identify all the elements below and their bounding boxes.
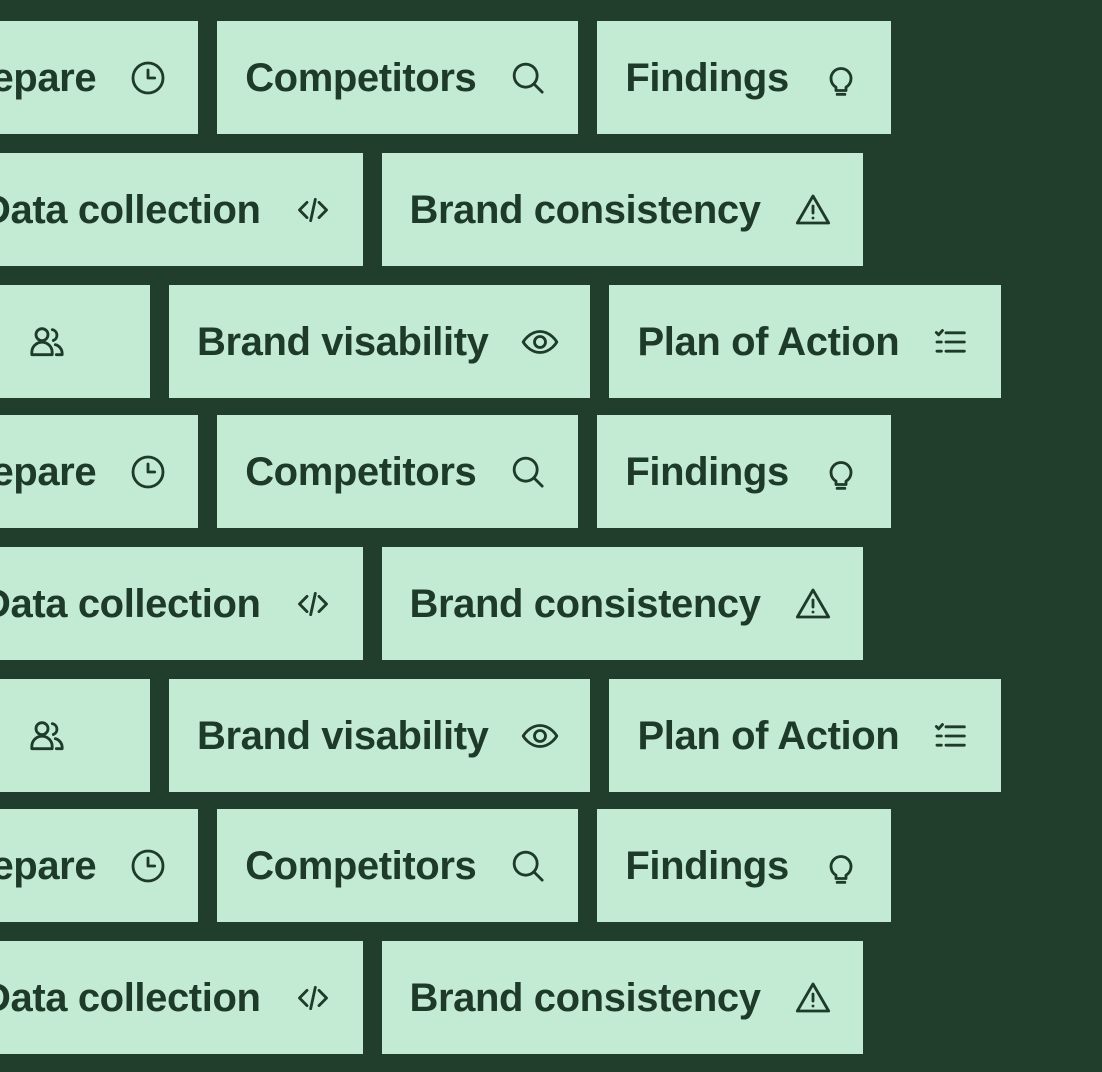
tag-plan-of-action[interactable]: Plan of Action: [609, 679, 1002, 792]
tag-label: Data collection: [0, 187, 261, 232]
people-icon: [25, 714, 69, 758]
row-gap: [363, 153, 382, 266]
tag-findings[interactable]: Findings: [597, 809, 891, 922]
code-icon: [291, 188, 335, 232]
tag-label: Prepare: [0, 55, 97, 100]
search-icon: [506, 56, 550, 100]
lightbulb-icon: [819, 450, 863, 494]
tag-label: Plan of Action: [637, 319, 900, 364]
tag-findings[interactable]: Findings: [597, 415, 891, 528]
tag-row: Data collection Brand consistency: [0, 153, 1056, 266]
warning-icon: [791, 582, 835, 626]
row-gap: [198, 415, 217, 528]
checklist-icon: [929, 320, 973, 364]
tag-label: Data collection: [0, 581, 261, 626]
tag-brand-consistency[interactable]: Brand consistency: [381, 547, 863, 660]
tag-label: Competitors: [245, 55, 477, 100]
tag-label: Findings: [625, 55, 789, 100]
tag-brand-visability[interactable]: Brand visability: [169, 679, 591, 792]
tag-label: Brand visability: [197, 713, 489, 758]
tag-row: Data collection Brand consistency: [0, 547, 1056, 660]
tag-findings[interactable]: Findings: [597, 21, 891, 134]
eye-icon: [518, 714, 562, 758]
row-gap: [150, 285, 169, 398]
tag-competitors[interactable]: Competitors: [217, 809, 579, 922]
tag-row: Prepare Competitors Findings: [0, 415, 1024, 528]
tag-label: Prepare: [0, 843, 97, 888]
lightbulb-icon: [819, 844, 863, 888]
tag-data-collection[interactable]: Data collection: [0, 153, 363, 266]
tag-row: Brand visability Plan of Action: [0, 679, 1046, 792]
tag-label: Findings: [625, 843, 789, 888]
tag-wall: Prepare Competitors Findings Data collec…: [0, 0, 1102, 1072]
row-gap: [198, 809, 217, 922]
tag-audience[interactable]: [0, 285, 150, 398]
tag-plan-of-action[interactable]: Plan of Action: [609, 285, 1002, 398]
search-icon: [506, 844, 550, 888]
code-icon: [291, 976, 335, 1020]
tag-brand-consistency[interactable]: Brand consistency: [381, 941, 863, 1054]
warning-icon: [791, 976, 835, 1020]
row-gap: [363, 941, 382, 1054]
tag-prepare[interactable]: Prepare: [0, 415, 199, 528]
tag-label: Brand consistency: [409, 187, 761, 232]
tag-competitors[interactable]: Competitors: [217, 21, 579, 134]
clock-icon: [126, 56, 170, 100]
tag-label: Competitors: [245, 843, 477, 888]
row-gap: [578, 21, 597, 134]
tag-label: Plan of Action: [637, 713, 900, 758]
row-gap: [198, 21, 217, 134]
tag-label: Brand visability: [197, 319, 489, 364]
tag-label: Competitors: [245, 449, 477, 494]
tag-label: Prepare: [0, 449, 97, 494]
search-icon: [506, 450, 550, 494]
code-icon: [291, 582, 335, 626]
tag-row: Prepare Competitors Findings: [0, 21, 1024, 134]
tag-data-collection[interactable]: Data collection: [0, 941, 363, 1054]
tag-prepare[interactable]: Prepare: [0, 809, 199, 922]
row-gap: [578, 809, 597, 922]
tag-brand-visability[interactable]: Brand visability: [169, 285, 591, 398]
tag-prepare[interactable]: Prepare: [0, 21, 199, 134]
tag-audience[interactable]: [0, 679, 150, 792]
tag-label: Data collection: [0, 975, 261, 1020]
clock-icon: [126, 844, 170, 888]
row-gap: [150, 679, 169, 792]
tag-data-collection[interactable]: Data collection: [0, 547, 363, 660]
tag-row: Data collection Brand consistency: [0, 941, 1056, 1054]
eye-icon: [518, 320, 562, 364]
tag-row: Prepare Competitors Findings: [0, 809, 1024, 922]
row-gap: [363, 547, 382, 660]
lightbulb-icon: [819, 56, 863, 100]
row-gap: [578, 415, 597, 528]
checklist-icon: [929, 714, 973, 758]
tag-brand-consistency[interactable]: Brand consistency: [381, 153, 863, 266]
row-gap: [590, 285, 609, 398]
clock-icon: [126, 450, 170, 494]
people-icon: [25, 320, 69, 364]
warning-icon: [791, 188, 835, 232]
tag-label: Brand consistency: [409, 975, 761, 1020]
tag-row: Brand visability Plan of Action: [0, 285, 1046, 398]
tag-label: Findings: [625, 449, 789, 494]
row-gap: [590, 679, 609, 792]
tag-label: Brand consistency: [409, 581, 761, 626]
tag-competitors[interactable]: Competitors: [217, 415, 579, 528]
